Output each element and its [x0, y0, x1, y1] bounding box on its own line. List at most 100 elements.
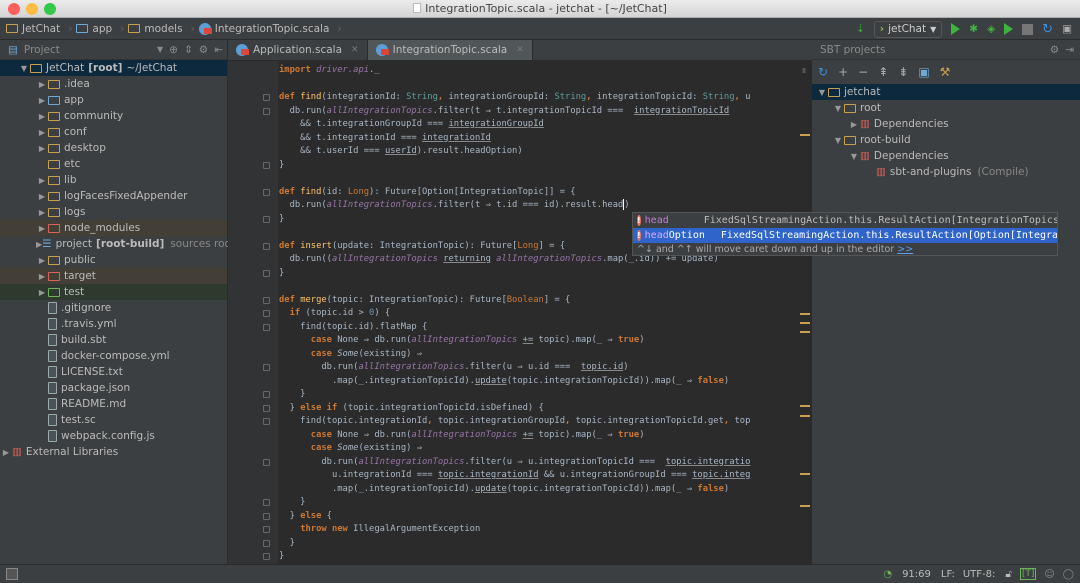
tree-item[interactable]: ▶ lib [0, 172, 227, 188]
tree-item[interactable]: ▶ ☰ project [root-build] sources root [0, 236, 235, 252]
tree-item[interactable]: test.sc [0, 412, 227, 428]
tab-integrationtopic-scala[interactable]: IntegrationTopic.scala ✕ [367, 40, 533, 60]
sbt-shell-icon[interactable]: ▣ [918, 65, 929, 79]
chevron-down-icon[interactable]: ▼ [157, 45, 163, 54]
collapsed-arrow-icon[interactable]: ▶ [36, 208, 48, 217]
breadcrumb-jetchat[interactable]: JetChat [6, 23, 64, 35]
hide-panel-icon[interactable]: ⇤ [214, 44, 223, 56]
fold-marker-icon[interactable] [263, 215, 270, 223]
tree-item[interactable]: ▼ JetChat [root] ~/JetChat [0, 60, 227, 76]
collapse-all-icon[interactable]: ⇟ [898, 65, 908, 79]
memory-indicator-icon[interactable]: ◔ [883, 569, 892, 580]
warning-marker[interactable] [800, 405, 810, 407]
fold-marker-icon[interactable] [263, 499, 270, 506]
collapsed-arrow-icon[interactable]: ▶ [36, 288, 48, 297]
collapsed-arrow-icon[interactable]: ▶ [36, 112, 48, 121]
tree-item[interactable]: ▶ logs [0, 204, 227, 220]
error-stripe[interactable] [800, 61, 812, 564]
type-indicator[interactable]: [T] [1019, 568, 1037, 580]
fold-marker-icon[interactable] [263, 512, 270, 520]
tree-item[interactable]: ▶ desktop [0, 140, 227, 156]
tree-item[interactable]: README.md [0, 396, 227, 412]
completion-item[interactable]: ! head Option FixedSqlStreamingAction.this.… [633, 228, 1057, 243]
breadcrumb-file[interactable]: IntegrationTopic.scala [198, 22, 334, 35]
tree-item[interactable]: ▶ ▥ Dependencies [812, 116, 1080, 132]
collapsed-arrow-icon[interactable]: ▶ [36, 96, 48, 105]
tree-item[interactable]: ▼ ▥ Dependencies [812, 148, 1080, 164]
tree-item[interactable]: ▶ .idea [0, 76, 227, 92]
fold-marker-icon[interactable] [263, 404, 270, 412]
hint-more-link[interactable]: >> [897, 244, 913, 255]
breadcrumb-app[interactable]: app [76, 23, 116, 35]
warning-marker[interactable] [800, 313, 810, 315]
close-window-button[interactable] [8, 3, 20, 15]
tree-item[interactable]: webpack.config.js [0, 428, 227, 444]
settings-icon[interactable]: ⚒ [940, 65, 951, 79]
debug-icon[interactable]: ✱ [969, 23, 978, 35]
warning-marker[interactable] [800, 331, 810, 333]
expanded-arrow-icon[interactable]: ▼ [832, 104, 844, 113]
fold-marker-icon[interactable] [263, 364, 270, 371]
tree-item[interactable]: ▶ ▥ External Libraries [0, 444, 227, 460]
tree-item[interactable]: .travis.yml [0, 316, 227, 332]
minimize-window-button[interactable] [26, 3, 38, 15]
sync-icon[interactable]: ↻ [1042, 22, 1053, 37]
caret-position[interactable]: 91:69 [902, 569, 931, 580]
fold-marker-icon[interactable] [263, 526, 270, 533]
build-icon[interactable]: ⇣ [856, 23, 865, 35]
tree-item[interactable]: ▶ test [0, 284, 227, 300]
fold-marker-icon[interactable] [263, 242, 270, 250]
collapsed-arrow-icon[interactable]: ▶ [36, 128, 48, 137]
tree-item[interactable]: ▶ logFacesFixedAppender [0, 188, 227, 204]
tree-item[interactable]: .gitignore [0, 300, 227, 316]
expanded-arrow-icon[interactable]: ▼ [832, 136, 844, 145]
tree-item[interactable]: etc [0, 156, 227, 172]
warning-marker[interactable] [800, 415, 810, 417]
line-separator[interactable]: LF: [941, 569, 955, 580]
zoom-window-button[interactable] [44, 3, 56, 15]
tree-item[interactable]: ▼ root [812, 100, 1080, 116]
tree-item[interactable]: package.json [0, 380, 227, 396]
fold-marker-icon[interactable] [263, 458, 270, 466]
fold-marker-icon[interactable] [263, 323, 270, 331]
tree-item[interactable]: ▼ root-build [812, 132, 1080, 148]
add-icon[interactable]: + [838, 65, 848, 79]
tool-windows-icon[interactable] [6, 568, 18, 580]
collapsed-arrow-icon[interactable]: ▶ [36, 80, 48, 89]
tree-item[interactable]: ▶ app [0, 92, 227, 108]
tree-item[interactable]: ▶ public [0, 252, 227, 268]
close-tab-icon[interactable]: ✕ [516, 45, 524, 55]
event-log-icon[interactable]: ◯ [1063, 569, 1074, 580]
expand-all-icon[interactable]: ⇞ [878, 65, 888, 79]
breadcrumb-models[interactable]: models [128, 23, 186, 35]
refresh-icon[interactable]: ↻ [818, 65, 828, 79]
file-encoding[interactable]: UTF-8: [963, 569, 996, 580]
fold-marker-icon[interactable] [263, 188, 270, 196]
collapsed-arrow-icon[interactable]: ▶ [36, 176, 48, 185]
tree-item[interactable]: build.sbt [0, 332, 227, 348]
hide-panel-icon[interactable]: ⇥ [1065, 44, 1074, 56]
fold-marker-icon[interactable] [263, 391, 270, 398]
tree-item[interactable]: ▥ sbt-and-plugins (Compile) [812, 164, 1080, 180]
expanded-arrow-icon[interactable]: ▼ [816, 88, 828, 97]
project-structure-icon[interactable]: ▣ [1062, 23, 1072, 35]
scroll-from-source-icon[interactable]: ⊕ [169, 44, 178, 56]
tree-item[interactable]: LICENSE.txt [0, 364, 227, 380]
hector-icon[interactable]: ☺ [1044, 569, 1054, 580]
stop-icon[interactable] [1022, 23, 1034, 35]
tree-item[interactable]: ▶ node_modules [0, 220, 227, 236]
tree-item[interactable]: docker-compose.yml [0, 348, 227, 364]
collapsed-arrow-icon[interactable]: ▶ [36, 144, 48, 153]
tree-item[interactable]: ▶ community [0, 108, 227, 124]
remove-icon[interactable]: − [858, 65, 868, 79]
close-tab-icon[interactable]: ✕ [351, 45, 359, 55]
tree-item[interactable]: ▶ target [0, 268, 227, 284]
collapsed-arrow-icon[interactable]: ▶ [36, 192, 48, 201]
lock-icon[interactable]: 🔓︎ [1005, 569, 1011, 580]
collapsed-arrow-icon[interactable]: ▶ [0, 448, 12, 457]
code-editor[interactable]: import driver.api._ def find(integrationI… [228, 61, 812, 564]
coverage-icon[interactable]: ◈ [987, 23, 995, 35]
warning-marker[interactable] [800, 322, 810, 324]
fold-marker-icon[interactable] [263, 94, 270, 101]
tree-item[interactable]: ▼ jetchat [812, 84, 1080, 100]
